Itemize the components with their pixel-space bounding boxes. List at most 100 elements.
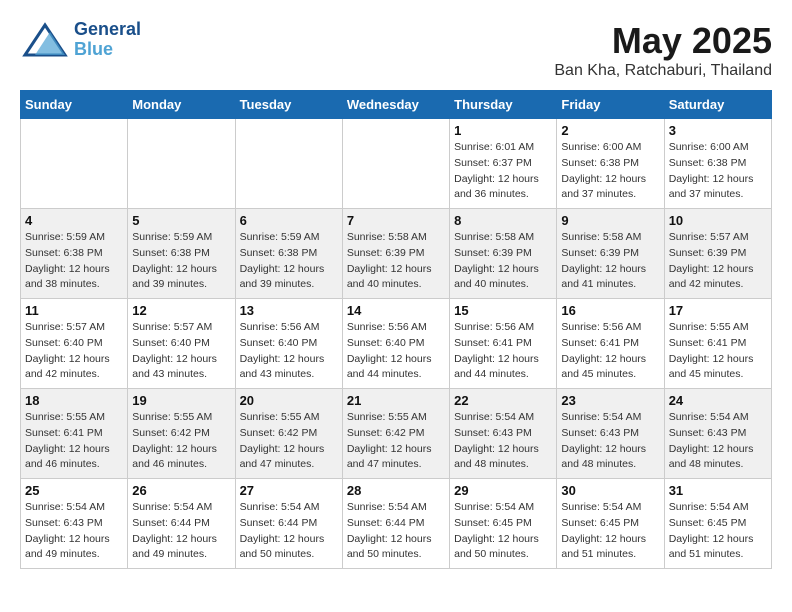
day-number: 11: [25, 303, 123, 318]
calendar-cell: 5 Sunrise: 5:59 AM Sunset: 6:38 PM Daylig…: [128, 209, 235, 299]
weekday-header: Monday: [128, 91, 235, 119]
calendar-cell: 27 Sunrise: 5:54 AM Sunset: 6:44 PM Dayli…: [235, 479, 342, 569]
day-number: 20: [240, 393, 338, 408]
day-number: 10: [669, 213, 767, 228]
day-info: Sunrise: 5:54 AM Sunset: 6:45 PM Dayligh…: [669, 500, 767, 563]
day-number: 5: [132, 213, 230, 228]
calendar-cell: 15 Sunrise: 5:56 AM Sunset: 6:41 PM Dayli…: [450, 299, 557, 389]
calendar-cell: [342, 119, 449, 209]
day-info: Sunrise: 5:54 AM Sunset: 6:43 PM Dayligh…: [25, 500, 123, 563]
day-info: Sunrise: 5:57 AM Sunset: 6:40 PM Dayligh…: [132, 320, 230, 383]
day-info: Sunrise: 5:56 AM Sunset: 6:41 PM Dayligh…: [561, 320, 659, 383]
calendar-cell: [128, 119, 235, 209]
day-info: Sunrise: 5:54 AM Sunset: 6:43 PM Dayligh…: [669, 410, 767, 473]
day-number: 8: [454, 213, 552, 228]
logo-text: General Blue: [74, 20, 141, 60]
calendar-week-row: 1Sunrise: 6:01 AM Sunset: 6:37 PM Daylig…: [21, 119, 772, 209]
day-info: Sunrise: 5:55 AM Sunset: 6:42 PM Dayligh…: [240, 410, 338, 473]
page-subtitle: Ban Kha, Ratchaburi, Thailand: [554, 62, 772, 80]
day-info: Sunrise: 5:54 AM Sunset: 6:45 PM Dayligh…: [561, 500, 659, 563]
day-info: Sunrise: 5:55 AM Sunset: 6:42 PM Dayligh…: [347, 410, 445, 473]
day-number: 25: [25, 483, 123, 498]
day-number: 30: [561, 483, 659, 498]
day-number: 19: [132, 393, 230, 408]
day-info: Sunrise: 5:58 AM Sunset: 6:39 PM Dayligh…: [454, 230, 552, 293]
logo-general: General: [74, 20, 141, 40]
calendar-cell: 22 Sunrise: 5:54 AM Sunset: 6:43 PM Dayli…: [450, 389, 557, 479]
calendar-cell: 7 Sunrise: 5:58 AM Sunset: 6:39 PM Daylig…: [342, 209, 449, 299]
calendar-cell: 8 Sunrise: 5:58 AM Sunset: 6:39 PM Daylig…: [450, 209, 557, 299]
day-number: 29: [454, 483, 552, 498]
day-number: 27: [240, 483, 338, 498]
calendar-cell: 16 Sunrise: 5:56 AM Sunset: 6:41 PM Dayli…: [557, 299, 664, 389]
calendar-cell: 24Sunrise: 5:54 AM Sunset: 6:43 PM Dayli…: [664, 389, 771, 479]
weekday-header: Tuesday: [235, 91, 342, 119]
day-info: Sunrise: 5:56 AM Sunset: 6:41 PM Dayligh…: [454, 320, 552, 383]
day-number: 2: [561, 123, 659, 138]
day-number: 15: [454, 303, 552, 318]
calendar-cell: 2 Sunrise: 6:00 AM Sunset: 6:38 PM Daylig…: [557, 119, 664, 209]
day-info: Sunrise: 5:54 AM Sunset: 6:44 PM Dayligh…: [132, 500, 230, 563]
logo-icon: [20, 20, 70, 60]
calendar-cell: 18Sunrise: 5:55 AM Sunset: 6:41 PM Dayli…: [21, 389, 128, 479]
calendar-cell: 3 Sunrise: 6:00 AM Sunset: 6:38 PM Daylig…: [664, 119, 771, 209]
weekday-header: Thursday: [450, 91, 557, 119]
calendar-cell: 13Sunrise: 5:56 AM Sunset: 6:40 PM Dayli…: [235, 299, 342, 389]
day-number: 16: [561, 303, 659, 318]
calendar-cell: 31 Sunrise: 5:54 AM Sunset: 6:45 PM Dayli…: [664, 479, 771, 569]
calendar-cell: 26 Sunrise: 5:54 AM Sunset: 6:44 PM Dayli…: [128, 479, 235, 569]
weekday-header: Wednesday: [342, 91, 449, 119]
day-info: Sunrise: 5:57 AM Sunset: 6:39 PM Dayligh…: [669, 230, 767, 293]
calendar-week-row: 18Sunrise: 5:55 AM Sunset: 6:41 PM Dayli…: [21, 389, 772, 479]
calendar-cell: 29 Sunrise: 5:54 AM Sunset: 6:45 PM Dayli…: [450, 479, 557, 569]
day-number: 17: [669, 303, 767, 318]
day-number: 26: [132, 483, 230, 498]
calendar-week-row: 4 Sunrise: 5:59 AM Sunset: 6:38 PM Daylig…: [21, 209, 772, 299]
day-info: Sunrise: 6:00 AM Sunset: 6:38 PM Dayligh…: [669, 140, 767, 203]
calendar-cell: 11Sunrise: 5:57 AM Sunset: 6:40 PM Dayli…: [21, 299, 128, 389]
day-info: Sunrise: 5:54 AM Sunset: 6:45 PM Dayligh…: [454, 500, 552, 563]
day-info: Sunrise: 5:59 AM Sunset: 6:38 PM Dayligh…: [25, 230, 123, 293]
title-block: May 2025 Ban Kha, Ratchaburi, Thailand: [554, 20, 772, 80]
weekday-header: Sunday: [21, 91, 128, 119]
calendar-cell: 10 Sunrise: 5:57 AM Sunset: 6:39 PM Dayli…: [664, 209, 771, 299]
calendar-table: SundayMondayTuesdayWednesdayThursdayFrid…: [20, 90, 772, 569]
calendar-cell: 12 Sunrise: 5:57 AM Sunset: 6:40 PM Dayli…: [128, 299, 235, 389]
calendar-cell: 30 Sunrise: 5:54 AM Sunset: 6:45 PM Dayli…: [557, 479, 664, 569]
weekday-header-row: SundayMondayTuesdayWednesdayThursdayFrid…: [21, 91, 772, 119]
calendar-cell: [21, 119, 128, 209]
day-number: 4: [25, 213, 123, 228]
day-info: Sunrise: 5:55 AM Sunset: 6:41 PM Dayligh…: [25, 410, 123, 473]
day-info: Sunrise: 6:00 AM Sunset: 6:38 PM Dayligh…: [561, 140, 659, 203]
day-info: Sunrise: 5:55 AM Sunset: 6:42 PM Dayligh…: [132, 410, 230, 473]
calendar-cell: 6Sunrise: 5:59 AM Sunset: 6:38 PM Daylig…: [235, 209, 342, 299]
calendar-cell: 20 Sunrise: 5:55 AM Sunset: 6:42 PM Dayli…: [235, 389, 342, 479]
day-info: Sunrise: 5:54 AM Sunset: 6:44 PM Dayligh…: [240, 500, 338, 563]
calendar-cell: 4 Sunrise: 5:59 AM Sunset: 6:38 PM Daylig…: [21, 209, 128, 299]
day-info: Sunrise: 5:56 AM Sunset: 6:40 PM Dayligh…: [347, 320, 445, 383]
day-number: 13: [240, 303, 338, 318]
day-number: 21: [347, 393, 445, 408]
calendar-cell: 19 Sunrise: 5:55 AM Sunset: 6:42 PM Dayli…: [128, 389, 235, 479]
calendar-cell: [235, 119, 342, 209]
calendar-cell: 9Sunrise: 5:58 AM Sunset: 6:39 PM Daylig…: [557, 209, 664, 299]
day-info: Sunrise: 5:58 AM Sunset: 6:39 PM Dayligh…: [347, 230, 445, 293]
calendar-week-row: 11 Sunrise: 5:57 AM Sunset: 6:40 PM Dayli…: [21, 299, 772, 389]
day-number: 7: [347, 213, 445, 228]
day-number: 12: [132, 303, 230, 318]
page-title: May 2025: [554, 20, 772, 62]
day-info: Sunrise: 6:01 AM Sunset: 6:37 PM Dayligh…: [454, 140, 552, 203]
calendar-cell: 14Sunrise: 5:56 AM Sunset: 6:40 PM Dayli…: [342, 299, 449, 389]
calendar-week-row: 25 Sunrise: 5:54 AM Sunset: 6:43 PM Dayli…: [21, 479, 772, 569]
calendar-cell: 25 Sunrise: 5:54 AM Sunset: 6:43 PM Dayli…: [21, 479, 128, 569]
calendar-cell: 17 Sunrise: 5:55 AM Sunset: 6:41 PM Dayli…: [664, 299, 771, 389]
day-info: Sunrise: 5:55 AM Sunset: 6:41 PM Dayligh…: [669, 320, 767, 383]
day-info: Sunrise: 5:54 AM Sunset: 6:43 PM Dayligh…: [454, 410, 552, 473]
day-number: 31: [669, 483, 767, 498]
day-number: 3: [669, 123, 767, 138]
day-number: 6: [240, 213, 338, 228]
day-info: Sunrise: 5:59 AM Sunset: 6:38 PM Dayligh…: [132, 230, 230, 293]
calendar-cell: 1Sunrise: 6:01 AM Sunset: 6:37 PM Daylig…: [450, 119, 557, 209]
calendar-cell: 28Sunrise: 5:54 AM Sunset: 6:44 PM Dayli…: [342, 479, 449, 569]
day-number: 22: [454, 393, 552, 408]
